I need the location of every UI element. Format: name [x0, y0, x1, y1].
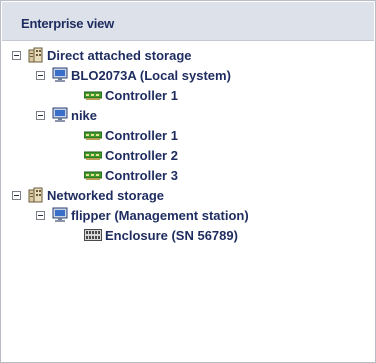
tree-node-direct-attached-storage[interactable]: Direct attached storage	[12, 45, 192, 65]
tree-node-nike-controller-1[interactable]: Controller 1	[84, 125, 178, 145]
tree-node-label: Enclosure (SN 56789)	[105, 227, 238, 243]
collapse-toggle-icon[interactable]	[12, 50, 21, 60]
tree-node-label: Networked storage	[47, 187, 165, 203]
tree-node-label: Controller 2	[105, 147, 178, 163]
tree-node-nike-controller-2[interactable]: Controller 2	[84, 145, 178, 165]
tree-node-enclosure[interactable]: Enclosure (SN 56789)	[84, 225, 238, 245]
tree-node-networked-storage[interactable]: Networked storage	[12, 185, 164, 205]
tree-node-label: flipper (Management station)	[71, 207, 249, 223]
panel-title: Enterprise view	[21, 16, 115, 31]
storage-building-icon	[28, 47, 44, 63]
tree-node-nike-controller-3[interactable]: Controller 3	[84, 165, 178, 185]
tree-node-label: BLO2073A (Local system)	[71, 67, 231, 83]
controller-card-icon	[84, 90, 102, 100]
collapse-toggle-icon[interactable]	[36, 70, 45, 80]
enterprise-tree: Direct attached storage BLO2073A (Local …	[1, 41, 373, 361]
tree-node-blo2073a[interactable]: BLO2073A (Local system)	[36, 65, 231, 85]
tree-node-label: Controller 1	[105, 87, 178, 103]
storage-building-icon	[28, 187, 44, 203]
tree-node-nike[interactable]: nike	[36, 105, 97, 125]
tree-node-label: Direct attached storage	[47, 47, 192, 63]
tree-node-flipper[interactable]: flipper (Management station)	[36, 205, 249, 225]
controller-card-icon	[84, 130, 102, 140]
tree-node-label: Controller 3	[105, 167, 178, 183]
panel-header: Enterprise view	[2, 2, 374, 41]
tree-node-label: nike	[71, 107, 98, 123]
collapse-toggle-icon[interactable]	[36, 210, 45, 220]
controller-card-icon	[84, 150, 102, 160]
collapse-toggle-icon[interactable]	[36, 110, 45, 120]
collapse-toggle-icon[interactable]	[12, 190, 21, 200]
tree-node-label: Controller 1	[105, 127, 178, 143]
tree-node-blo-controller-1[interactable]: Controller 1	[84, 85, 178, 105]
computer-monitor-icon	[52, 67, 68, 83]
computer-monitor-icon	[52, 207, 68, 223]
controller-card-icon	[84, 170, 102, 180]
enterprise-view-panel: Enterprise view Direct attached storage	[0, 0, 376, 363]
enclosure-icon	[84, 228, 102, 242]
computer-monitor-icon	[52, 107, 68, 123]
